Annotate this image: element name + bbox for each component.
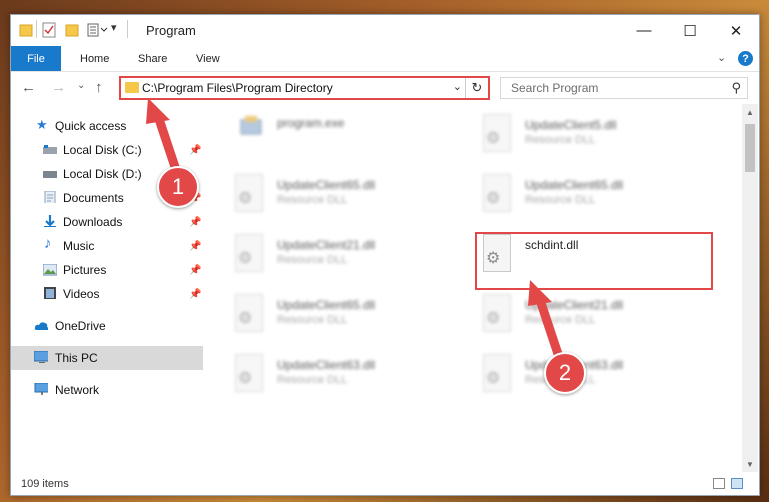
- arrow-2-head: [528, 280, 552, 306]
- arrow-1: [153, 111, 181, 175]
- callout-badge-1: 1: [157, 166, 199, 208]
- arrow-2: [535, 295, 565, 365]
- callout-badge-2: 2: [544, 352, 586, 394]
- annotation-arrows: [146, 98, 565, 365]
- arrow-1-head: [146, 98, 170, 124]
